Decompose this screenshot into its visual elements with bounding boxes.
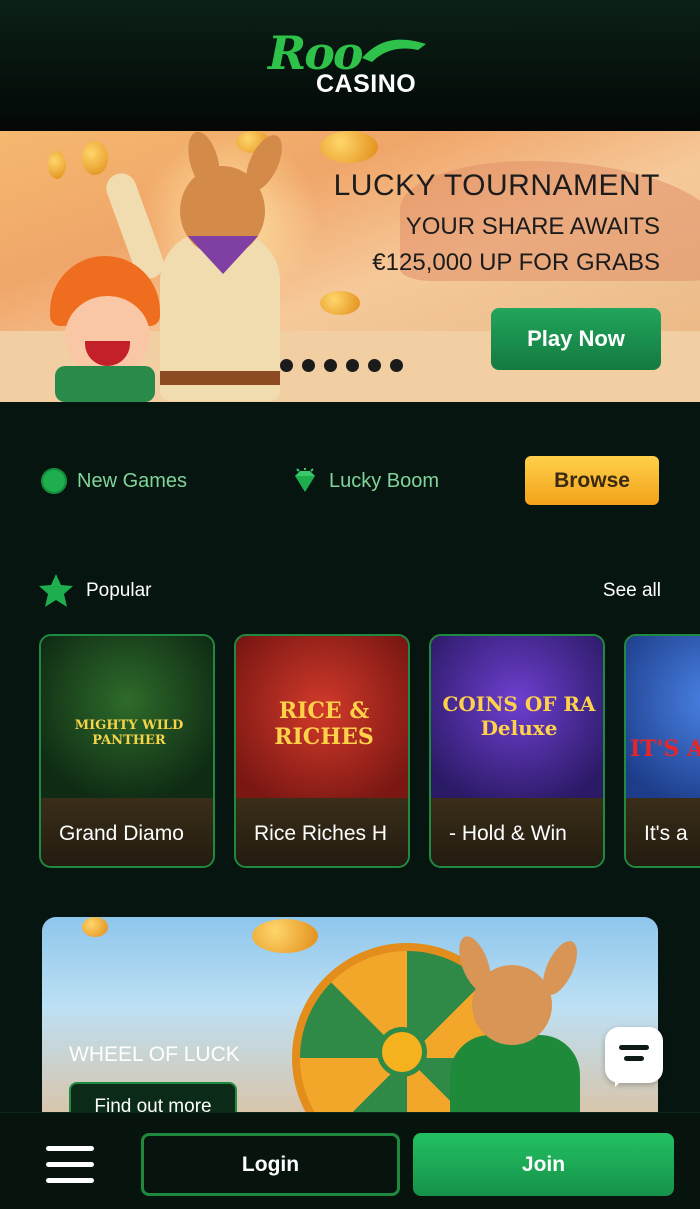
nav-new-games-label: New Games [77,469,188,492]
game-caption: Rice Riches H [236,798,408,866]
game-thumbnail: COINS OF RA Deluxe [431,636,603,798]
logo-word: CASINO [316,70,417,98]
kangaroo-illustration [472,965,552,1045]
game-card[interactable]: MIGHTY WILD PANTHER Grand Diamo [39,634,215,868]
game-card[interactable]: IT'S A It's a [624,634,700,868]
gem-icon [295,468,315,492]
carousel-dot[interactable] [280,359,293,372]
star-icon [39,574,73,607]
carousel-dots [280,359,403,372]
see-all-link[interactable]: See all [603,580,661,602]
carousel-dot[interactable] [390,359,403,372]
banner-title: LUCKY TOURNAMENT [333,169,660,202]
play-now-button[interactable]: Play Now [491,308,661,370]
carousel-dot[interactable] [368,359,381,372]
browse-button[interactable]: Browse [525,456,659,505]
nav-lucky-boom-label: Lucky Boom [329,469,440,492]
popular-games-carousel[interactable]: MIGHTY WILD PANTHER Grand Diamo RICE & R… [39,634,700,868]
game-thumb-title: COINS OF RA Deluxe [442,692,596,740]
coin-icon [82,917,108,937]
game-caption: - Hold & Win [431,798,603,866]
game-caption: Grand Diamo [41,798,213,866]
coin-icon [252,919,318,953]
coin-icon [320,291,360,315]
promo-title: WHEEL OF LUCK [69,1043,240,1066]
kangaroo-suit [450,1035,580,1117]
coin-icon [320,131,378,163]
game-card[interactable]: RICE & RICHES Rice Riches H [234,634,410,868]
carousel-dot[interactable] [346,359,359,372]
nav-lucky-boom[interactable]: Lucky Boom [291,468,439,494]
chat-icon[interactable] [605,1027,663,1087]
banner-prize: €125,000 UP FOR GRABS [372,249,660,276]
hamburger-menu-icon[interactable] [46,1146,94,1184]
game-thumb-title: RICE & RICHES [274,698,374,750]
nav-new-games[interactable]: New Games [41,468,187,494]
section-title: Popular [86,580,152,601]
game-thumbnail: IT'S A [626,636,700,798]
badge-icon [41,468,67,494]
site-header: Roo CASINO [0,0,700,131]
popular-section-header: Popular See all [38,573,664,609]
wheel-hub [377,1027,427,1077]
coin-icon [48,151,66,179]
banner-subtitle: YOUR SHARE AWAITS [405,213,660,240]
game-thumb-title: MIGHTY WILD PANTHER [74,718,184,748]
wheel-of-luck-promo[interactable]: WHEEL OF LUCK Find out more [42,917,658,1117]
game-thumb-title: IT'S A [630,736,700,762]
roo-casino-logo[interactable]: Roo CASINO [268,26,430,100]
hero-banner[interactable]: LUCKY TOURNAMENT YOUR SHARE AWAITS €125,… [0,131,700,402]
join-button[interactable]: Join [413,1133,674,1196]
carousel-dot[interactable] [302,359,315,372]
game-thumbnail: MIGHTY WILD PANTHER [41,636,213,798]
carousel-dot[interactable] [324,359,337,372]
login-button[interactable]: Login [141,1133,400,1196]
jester-illustration [30,256,170,402]
game-card[interactable]: COINS OF RA Deluxe - Hold & Win [429,634,605,868]
game-caption: It's a [626,798,700,866]
game-thumbnail: RICE & RICHES [236,636,408,798]
kangaroo-tail-icon [362,39,426,62]
